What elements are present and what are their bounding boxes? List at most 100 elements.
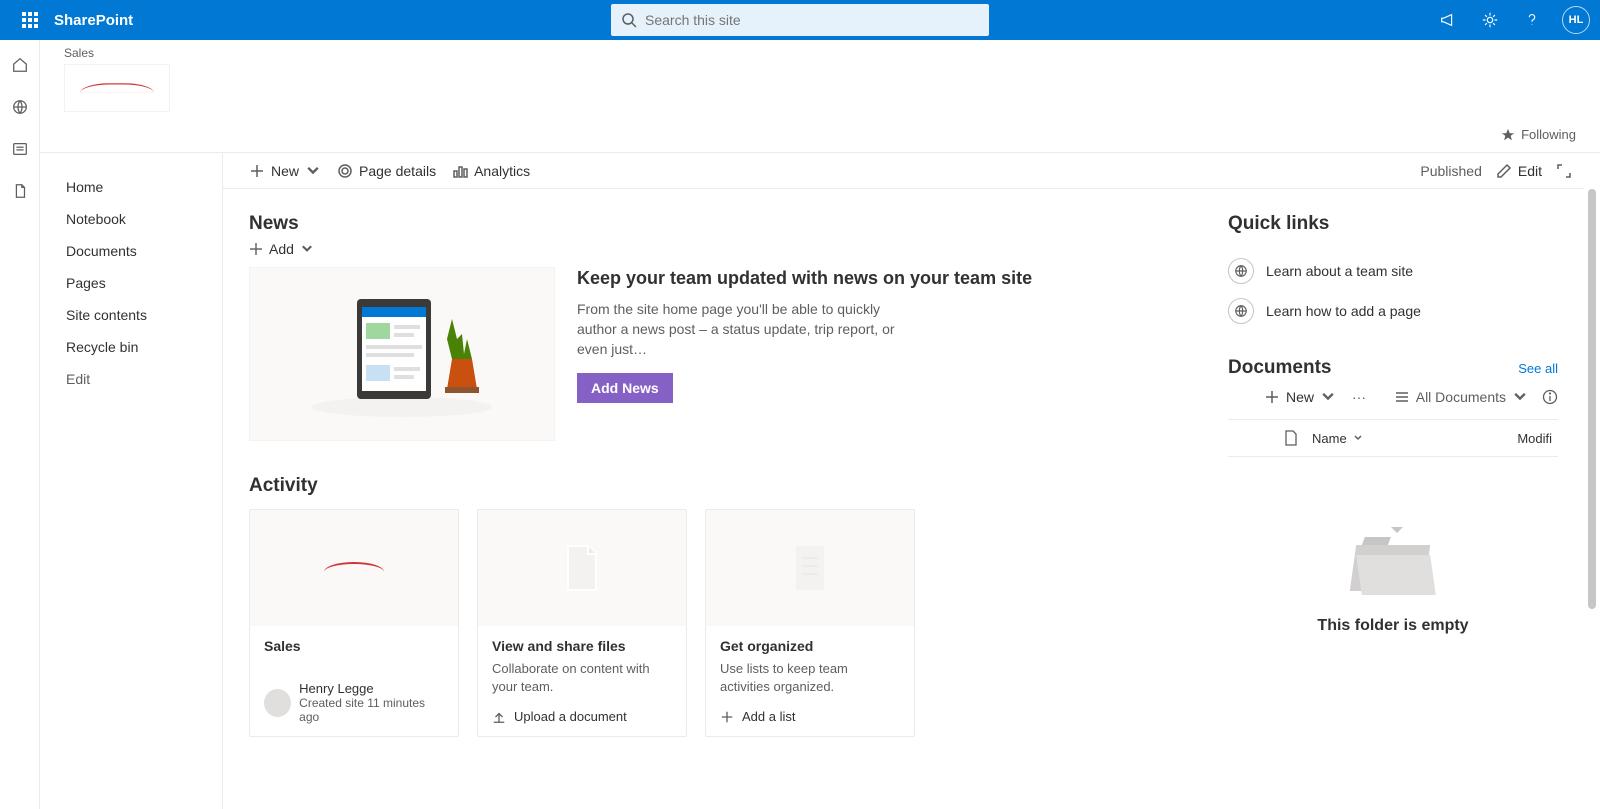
nav-notebook[interactable]: Notebook bbox=[66, 203, 214, 235]
nav-documents[interactable]: Documents bbox=[66, 235, 214, 267]
documents-info[interactable] bbox=[1542, 389, 1558, 405]
nav-recycle-bin[interactable]: Recycle bin bbox=[66, 331, 214, 363]
left-nav: Home Notebook Documents Pages Site conte… bbox=[40, 153, 223, 809]
quicklinks-heading: Quick links bbox=[1228, 213, 1558, 235]
quicklink-team-site[interactable]: Learn about a team site bbox=[1228, 251, 1558, 291]
quicklink-label: Learn how to add a page bbox=[1266, 303, 1421, 319]
nav-home[interactable]: Home bbox=[66, 171, 214, 203]
app-launcher-button[interactable] bbox=[10, 0, 50, 40]
news-title: Keep your team updated with news on your… bbox=[577, 267, 1032, 290]
news-icon bbox=[11, 140, 29, 158]
info-icon bbox=[1542, 389, 1558, 405]
site-logo[interactable] bbox=[64, 64, 170, 112]
file-icon bbox=[1284, 430, 1298, 446]
plus-icon bbox=[249, 163, 265, 179]
gear-icon bbox=[337, 163, 353, 179]
documents-new[interactable]: New bbox=[1264, 389, 1336, 405]
chevron-down-icon bbox=[305, 163, 321, 179]
content-right-column: Quick links Learn about a team site Lear… bbox=[1228, 213, 1558, 809]
car-logo-icon bbox=[324, 562, 384, 574]
pencil-icon bbox=[1496, 163, 1512, 179]
megaphone-button[interactable] bbox=[1436, 8, 1460, 32]
rail-sites[interactable] bbox=[10, 97, 30, 117]
card-title: View and share files bbox=[492, 638, 672, 654]
search-icon bbox=[621, 12, 637, 28]
file-icon bbox=[562, 544, 602, 592]
search-box[interactable] bbox=[611, 4, 989, 36]
activity-card-lists[interactable]: Get organized Use lists to keep team act… bbox=[705, 509, 915, 737]
expand-button[interactable] bbox=[1556, 163, 1572, 179]
upload-icon bbox=[492, 710, 506, 724]
nav-edit[interactable]: Edit bbox=[66, 363, 214, 395]
add-news-button[interactable]: Add News bbox=[577, 373, 673, 403]
news-body: From the site home page you'll be able t… bbox=[577, 300, 897, 359]
card-action-label: Add a list bbox=[742, 709, 795, 724]
plus-icon bbox=[720, 710, 734, 724]
globe-icon bbox=[1228, 298, 1254, 324]
site-header: Sales Following bbox=[40, 40, 1600, 153]
chevron-down-icon bbox=[300, 242, 314, 256]
news-image bbox=[249, 267, 555, 441]
car-logo-icon bbox=[80, 83, 154, 93]
nav-pages[interactable]: Pages bbox=[66, 267, 214, 299]
scrollbar[interactable] bbox=[1586, 189, 1598, 807]
documents-see-all[interactable]: See all bbox=[1518, 361, 1558, 376]
documents-toolbar: New ··· All Documents bbox=[1228, 389, 1558, 405]
app-rail bbox=[0, 40, 40, 809]
card-action-label: Upload a document bbox=[514, 709, 627, 724]
news-text: Keep your team updated with news on your… bbox=[577, 267, 1032, 441]
quicklink-add-page[interactable]: Learn how to add a page bbox=[1228, 291, 1558, 331]
home-icon bbox=[11, 56, 29, 74]
card-author: Henry Legge bbox=[299, 681, 444, 696]
cmd-new[interactable]: New bbox=[249, 163, 321, 179]
globe-icon bbox=[1228, 258, 1254, 284]
content-area: News Add bbox=[223, 189, 1584, 809]
follow-button[interactable]: Following bbox=[1501, 127, 1576, 142]
app-name[interactable]: SharePoint bbox=[54, 12, 133, 29]
card-desc: Use lists to keep team activities organi… bbox=[720, 660, 900, 695]
analytics-icon bbox=[452, 163, 468, 179]
documents-table-header: Name Modifi bbox=[1228, 419, 1558, 457]
add-list-link[interactable]: Add a list bbox=[720, 709, 900, 724]
published-label: Published bbox=[1420, 163, 1482, 179]
cmd-analytics[interactable]: Analytics bbox=[452, 163, 530, 179]
upload-document-link[interactable]: Upload a document bbox=[492, 709, 672, 724]
card-image bbox=[478, 510, 686, 626]
activity-row: Sales Henry Legge Created site 11 minute… bbox=[249, 509, 1188, 737]
tablet-plant-icon bbox=[302, 289, 502, 419]
search-input[interactable] bbox=[645, 12, 979, 28]
chevron-down-icon bbox=[1353, 433, 1363, 443]
activity-card-site[interactable]: Sales Henry Legge Created site 11 minute… bbox=[249, 509, 459, 737]
cmd-page-details[interactable]: Page details bbox=[337, 163, 436, 179]
column-modified[interactable]: Modifi bbox=[1517, 431, 1552, 446]
documents-view[interactable]: All Documents bbox=[1394, 389, 1528, 405]
suite-bar: SharePoint HL bbox=[0, 0, 1600, 40]
news-add[interactable]: Add bbox=[249, 241, 1188, 257]
quicklink-label: Learn about a team site bbox=[1266, 263, 1413, 279]
edit-label: Edit bbox=[1518, 163, 1542, 179]
scrollbar-thumb[interactable] bbox=[1588, 189, 1596, 609]
star-icon bbox=[1501, 128, 1515, 142]
rail-home[interactable] bbox=[10, 55, 30, 75]
chevron-down-icon bbox=[1320, 389, 1336, 405]
rail-files[interactable] bbox=[10, 181, 30, 201]
globe-icon bbox=[11, 98, 29, 116]
help-button[interactable] bbox=[1520, 8, 1544, 32]
documents-more[interactable]: ··· bbox=[1352, 389, 1366, 405]
rail-news[interactable] bbox=[10, 139, 30, 159]
news-add-label: Add bbox=[269, 241, 294, 257]
edit-button[interactable]: Edit bbox=[1496, 163, 1542, 179]
chevron-down-icon bbox=[1512, 389, 1528, 405]
cmd-page-details-label: Page details bbox=[359, 163, 436, 179]
nav-site-contents[interactable]: Site contents bbox=[66, 299, 214, 331]
user-avatar[interactable]: HL bbox=[1562, 6, 1590, 34]
content-left-column: News Add bbox=[249, 213, 1188, 809]
documents-view-label: All Documents bbox=[1416, 389, 1506, 405]
card-image bbox=[250, 510, 458, 626]
column-name-label: Name bbox=[1312, 431, 1347, 446]
cmd-analytics-label: Analytics bbox=[474, 163, 530, 179]
settings-button[interactable] bbox=[1478, 8, 1502, 32]
column-name[interactable]: Name bbox=[1312, 431, 1363, 446]
activity-heading: Activity bbox=[249, 475, 1188, 497]
activity-card-files[interactable]: View and share files Collaborate on cont… bbox=[477, 509, 687, 737]
